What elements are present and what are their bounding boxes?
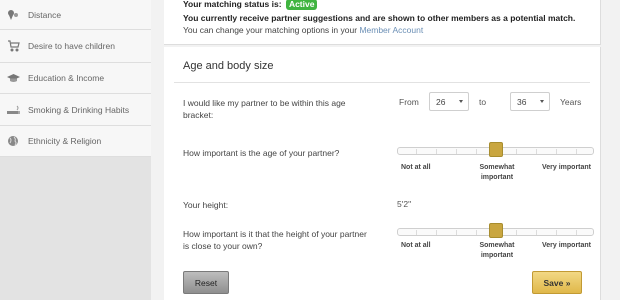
chevron-down-icon	[459, 100, 463, 103]
sidebar-item-ethnicity[interactable]: Ethnicity & Religion	[0, 126, 151, 157]
slider-tick	[436, 149, 437, 154]
sidebar-item-label: Education & Income	[28, 73, 105, 83]
slider-tick	[416, 149, 417, 154]
status-prefix: Your matching status is:	[183, 0, 282, 9]
scale-mid-label: Somewhat important	[479, 242, 515, 259]
slider-tick	[576, 149, 577, 154]
scale-low-label: Not at all	[401, 164, 431, 171]
chevron-down-icon	[540, 100, 544, 103]
scale-high-label: Very important	[542, 164, 592, 171]
height-value: 5'2"	[397, 199, 412, 209]
sidebar-item-label: Distance	[28, 9, 62, 20]
slider-tick	[476, 230, 477, 235]
age-bracket-label: I would like my partner to be within thi…	[183, 98, 346, 120]
section-title: Age and body size	[183, 60, 274, 72]
sidebar-item-education[interactable]: Education & Income	[0, 63, 151, 94]
age-to-select[interactable]: 36	[510, 92, 550, 111]
age-from-select[interactable]: 26	[429, 92, 469, 111]
status-account-note: You can change your matching options in …	[183, 24, 423, 36]
age-from-value: 26	[436, 96, 446, 107]
map-marker-icon	[6, 9, 20, 21]
matching-status-card: Your matching status is: Active You curr…	[164, 0, 601, 45]
section-divider	[174, 82, 590, 83]
main-content: Your matching status is: Active You curr…	[151, 0, 620, 300]
slider-tick	[456, 230, 457, 235]
slider-tick	[576, 230, 577, 235]
member-account-link[interactable]: Member Account	[359, 25, 423, 35]
age-to-value: 36	[517, 96, 527, 107]
scale-mid-label: Somewhat important	[479, 164, 515, 181]
globe-icon	[6, 135, 20, 147]
slider-tick	[416, 230, 417, 235]
from-label: From	[399, 97, 419, 107]
sidebar-item-smoking[interactable]: Smoking & Drinking Habits	[0, 94, 151, 126]
app-window: Distance Desire to have children Educati…	[0, 0, 620, 300]
slider-tick	[456, 149, 457, 154]
sidebar-item-distance[interactable]: Distance	[0, 0, 151, 30]
sidebar-item-label: Smoking & Drinking Habits	[28, 104, 130, 115]
to-label: to	[479, 97, 487, 107]
age-importance-slider[interactable]	[397, 142, 594, 157]
status-badge: Active	[285, 0, 318, 10]
age-body-panel: Age and body size I would like my partne…	[164, 47, 601, 300]
status-description: You currently receive partner suggestion…	[183, 13, 576, 23]
sidebar: Distance Desire to have children Educati…	[0, 0, 151, 300]
age-importance-label: How important is the age of your partner…	[183, 148, 340, 158]
slider-tick	[476, 149, 477, 154]
height-importance-slider[interactable]	[397, 223, 594, 238]
slider-tick	[516, 149, 517, 154]
account-note-text: You can change your matching options in …	[183, 25, 358, 35]
slider-tick	[556, 230, 557, 235]
slider-tick	[536, 230, 537, 235]
slider-thumb[interactable]	[488, 223, 503, 238]
scale-high-label: Very important	[542, 242, 592, 249]
graduation-cap-icon	[6, 72, 20, 84]
sidebar-item-label: Desire to have children	[28, 41, 115, 51]
height-label: Your height:	[183, 200, 229, 210]
slider-thumb[interactable]	[488, 142, 503, 157]
slider-tick	[436, 230, 437, 235]
sidebar-item-children[interactable]: Desire to have children	[0, 30, 151, 63]
status-line: Your matching status is: Active	[183, 0, 318, 10]
slider-tick	[556, 149, 557, 154]
slider-tick	[536, 149, 537, 154]
reset-button[interactable]: Reset	[183, 271, 229, 294]
slider-tick	[516, 230, 517, 235]
scale-low-label: Not at all	[401, 242, 431, 249]
height-importance-label: How important is it that the height of y…	[183, 229, 367, 251]
years-label: Years	[560, 97, 582, 107]
cigarette-icon	[6, 104, 20, 116]
save-button[interactable]: Save »	[532, 271, 582, 294]
stroller-icon	[6, 40, 20, 52]
sidebar-item-label: Ethnicity & Religion	[28, 136, 102, 146]
